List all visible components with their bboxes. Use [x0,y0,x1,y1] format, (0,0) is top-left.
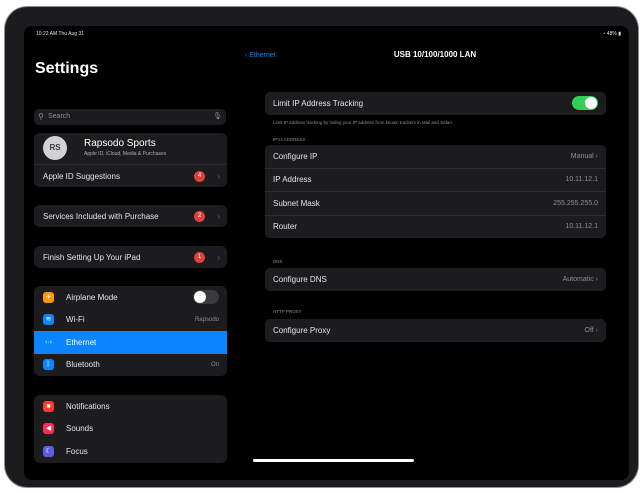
row-label: Wi-Fi [66,315,85,325]
connectivity-group: ✈ Airplane Mode ≋ Wi-Fi Rapsodo ‹·› Ethe… [34,286,227,376]
ipv4-section-header: IPV4 ADDRESS [273,137,306,142]
sidebar-item-wifi[interactable]: ≋ Wi-Fi Rapsodo [34,309,227,332]
limit-ip-tracking-row: Limit IP Address Tracking [265,92,606,115]
row-label: Services Included with Purchase [43,211,159,221]
setup-group: Finish Setting Up Your iPad 1 › [34,246,227,268]
row-label: Ethernet [66,337,97,347]
router-row: Router 10.11.12.1 [265,216,606,239]
configure-dns-row[interactable]: Configure DNS Automatic › [265,268,606,291]
row-label: Bluetooth [66,360,100,370]
notifications-group: ■ Notifications ◀ Sounds ☾ Focus [34,395,227,463]
focus-icon: ☾ [43,445,54,457]
services-included-row[interactable]: Services Included with Purchase 2 › [34,205,227,227]
sounds-icon: ◀ [43,423,54,435]
row-label: Router [273,222,298,232]
wifi-icon: ≋ [43,314,54,326]
row-label: Configure DNS [273,274,327,284]
dns-section-header: DNS [273,259,283,264]
chevron-right-icon: › [217,252,220,262]
configure-ip-row[interactable]: Configure IP Manual › [265,145,606,169]
airplane-mode-toggle[interactable] [193,290,219,305]
row-value: Off › [584,326,599,334]
apple-id-account[interactable]: RS Rapsodo Sports Apple ID, iCloud, Medi… [34,133,227,165]
bluetooth-icon: ᛒ [43,359,54,371]
row-value: Automatic › [562,275,598,283]
detail-title: USB 10/100/1000 LAN [393,50,477,59]
notification-badge: 2 [194,210,205,222]
search-input[interactable]: ⚲ Search 🎙 [34,109,226,125]
chevron-left-icon: ‹ [245,52,248,59]
sidebar: Settings ⚲ Search 🎙 RS Rapsodo Sports Ap… [24,40,241,480]
limit-tracking-group: Limit IP Address Tracking [265,92,606,115]
limit-tracking-note: Limit IP address tracking by hiding your… [273,120,454,125]
search-placeholder: Search [48,113,71,120]
sidebar-item-ethernet[interactable]: ‹·› Ethernet [34,331,227,354]
back-label: Ethernet [249,52,276,59]
sidebar-item-sounds[interactable]: ◀ Sounds [34,418,227,441]
row-label: Notifications [66,401,110,411]
account-subtitle: Apple ID, iCloud, Media & Purchases [84,151,167,157]
row-value: Manual › [570,152,598,160]
ip-address-row: IP Address 10.11.12.1 [265,169,606,192]
row-label: Configure Proxy [273,325,331,335]
finish-setup-row[interactable]: Finish Setting Up Your iPad 1 › [34,246,227,268]
row-label: Finish Setting Up Your iPad [43,252,141,262]
apple-id-suggestions-row[interactable]: Apple ID Suggestions 4 › [34,165,227,187]
sidebar-item-notifications[interactable]: ■ Notifications [34,395,227,418]
back-button[interactable]: ‹ Ethernet [245,52,276,59]
proxy-group: Configure Proxy Off › [265,319,606,342]
battery-percent: 48% [606,31,617,37]
proxy-section-header: HTTP PROXY [273,309,302,314]
microphone-icon[interactable]: 🎙 [213,112,222,120]
chevron-right-icon: › [217,171,220,181]
avatar: RS [43,136,67,160]
search-icon: ⚲ [38,112,44,121]
dns-group: Configure DNS Automatic › [265,268,606,291]
battery-icon: ▮ [618,31,621,37]
screen: 10:22 AM Thu Aug 31 ◔ 48% ▮ Settings ⚲ S… [24,26,629,480]
account-group: RS Rapsodo Sports Apple ID, iCloud, Medi… [34,133,227,187]
notification-badge: 4 [194,170,205,182]
wifi-network-name: Rapsodo [194,316,219,323]
limit-ip-tracking-toggle[interactable] [572,96,598,111]
ethernet-icon: ‹·› [43,336,54,348]
bluetooth-status: On [210,361,219,368]
services-group: Services Included with Purchase 2 › [34,205,227,227]
sidebar-item-bluetooth[interactable]: ᛒ Bluetooth On [34,354,227,377]
row-label: Airplane Mode [66,292,118,302]
page-title: Settings [35,60,99,77]
row-label: Limit IP Address Tracking [273,98,364,108]
subnet-mask-row: Subnet Mask 255.255.255.0 [265,192,606,216]
row-value: 10.11.12.1 [565,176,598,184]
ipv4-group: Configure IP Manual › IP Address 10.11.1… [265,145,606,238]
configure-proxy-row[interactable]: Configure Proxy Off › [265,319,606,342]
status-time: 10:22 AM Thu Aug 31 [36,31,85,37]
status-bar: 10:22 AM Thu Aug 31 ◔ 48% ▮ [24,26,629,40]
battery-indicator: ◔ 48% ▮ [602,31,621,37]
row-label: Sounds [66,424,94,434]
detail-pane: USB 10/100/1000 LAN ‹ Ethernet Limit IP … [241,40,629,480]
account-name: Rapsodo Sports [84,138,156,149]
sidebar-item-airplane-mode[interactable]: ✈ Airplane Mode [34,286,227,309]
sidebar-item-focus[interactable]: ☾ Focus [34,440,227,463]
ipad-frame: 10:22 AM Thu Aug 31 ◔ 48% ▮ Settings ⚲ S… [5,7,638,487]
home-indicator[interactable] [253,459,414,462]
airplane-icon: ✈ [43,291,54,303]
wifi-status-icon: ◔ [602,31,606,37]
row-value: 255.255.255.0 [553,199,598,207]
row-label: Apple ID Suggestions [43,171,120,181]
notifications-icon: ■ [43,400,54,412]
row-label: Subnet Mask [273,198,320,208]
row-label: IP Address [273,175,312,185]
row-label: Focus [66,446,88,456]
row-label: Configure IP [273,151,318,161]
notification-badge: 1 [194,251,205,263]
row-value: 10.11.12.1 [565,223,598,231]
chevron-right-icon: › [217,211,220,221]
